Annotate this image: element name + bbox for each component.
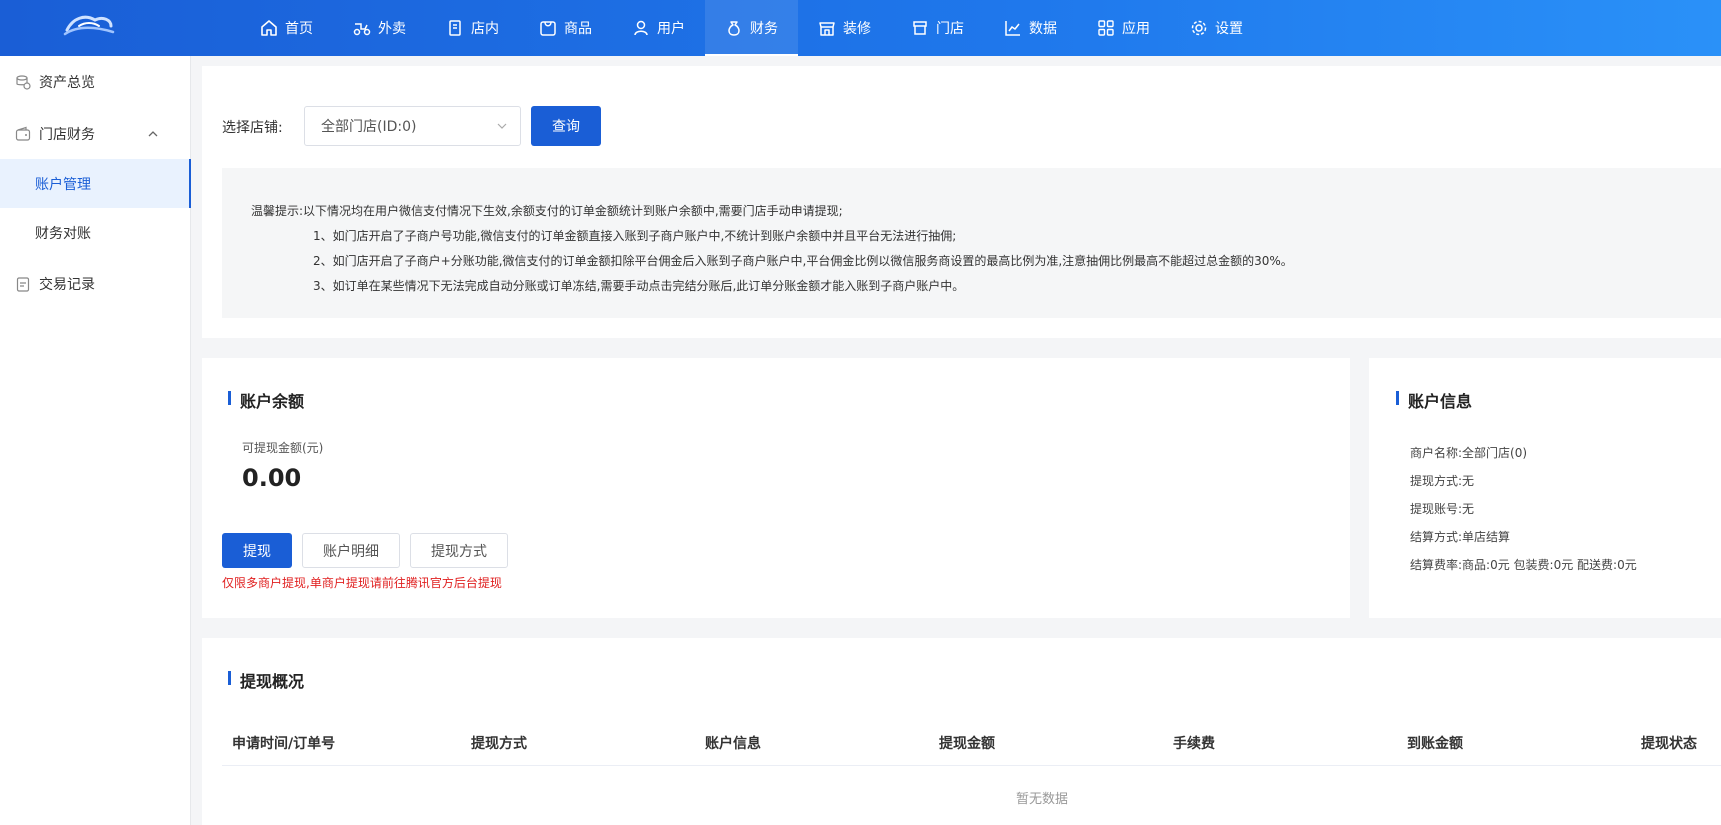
main-nav: 首页 外卖 店内 商品 用户 财务 装修 门店 数据 应用 设置 xyxy=(240,0,1263,56)
nav-label: 商品 xyxy=(564,21,592,37)
nav-user[interactable]: 用户 xyxy=(612,0,705,56)
nav-goods[interactable]: 商品 xyxy=(519,0,612,56)
nav-label: 设置 xyxy=(1215,21,1243,37)
empty-state-text: 暂无数据 xyxy=(1016,792,1069,807)
sidebar-label: 交易记录 xyxy=(39,277,95,293)
nav-label: 门店 xyxy=(936,21,964,37)
query-button[interactable]: 查询 xyxy=(531,106,601,146)
sidebar-label: 资产总览 xyxy=(39,75,95,91)
settle-rate: 结算费率:商品:0元 包装费:0元 配送费:0元 xyxy=(1410,558,1637,572)
nav-finance[interactable]: 财务 xyxy=(705,0,798,56)
column-header: 申请时间/订单号 xyxy=(232,736,336,752)
store-select[interactable]: 全部门店(ID:0) xyxy=(304,106,521,146)
dine-in-icon xyxy=(446,19,464,37)
clipboard-icon xyxy=(15,276,31,292)
column-header: 到账金额 xyxy=(1407,736,1463,752)
nav-settings[interactable]: 设置 xyxy=(1170,0,1263,56)
cloud-logo-icon xyxy=(63,15,115,36)
withdraw-account: 提现账号:无 xyxy=(1410,502,1475,516)
sidebar-label: 财务对账 xyxy=(35,225,91,242)
nav-data[interactable]: 数据 xyxy=(984,0,1077,56)
sidebar-label: 门店财务 xyxy=(39,127,95,143)
sidebar-item-transactions[interactable]: 交易记录 xyxy=(0,260,191,308)
goods-icon xyxy=(539,19,557,37)
nav-home[interactable]: 首页 xyxy=(240,0,333,56)
sidebar-label: 账户管理 xyxy=(35,176,91,193)
store-select-value: 全部门店(ID:0) xyxy=(321,119,417,135)
balance-title: 账户余额 xyxy=(228,388,304,412)
nav-label: 店内 xyxy=(471,21,499,37)
available-amount: 0.00 xyxy=(242,464,302,492)
nav-label: 数据 xyxy=(1029,21,1057,37)
coins-icon xyxy=(15,74,31,90)
brand-logo[interactable] xyxy=(0,0,190,56)
table-divider xyxy=(222,765,1721,766)
scooter-icon xyxy=(353,19,371,37)
line-chart-icon xyxy=(1004,19,1022,37)
sidebar-item-asset-overview[interactable]: 资产总览 xyxy=(0,58,191,106)
withdraw-method-button[interactable]: 提现方式 xyxy=(410,533,508,568)
home-icon xyxy=(260,19,278,37)
column-header: 提现金额 xyxy=(939,736,995,752)
nav-label: 外卖 xyxy=(378,21,406,37)
nav-store[interactable]: 门店 xyxy=(891,0,984,56)
tips-panel: 温馨提示:以下情况均在用户微信支付情况下生效,余额支付的订单金额统计到账户余额中… xyxy=(222,168,1721,318)
withdraw-overview-title: 提现概况 xyxy=(228,668,304,692)
nav-apps[interactable]: 应用 xyxy=(1077,0,1170,56)
tip-item-3: 3、如订单在某些情况下无法完成自动分账或订单冻结,需要手动点击完结分账后,此订单… xyxy=(313,279,965,293)
user-icon xyxy=(632,19,650,37)
wallet-icon xyxy=(15,126,31,142)
store-select-label: 选择店铺: xyxy=(222,120,283,136)
tip-intro: 温馨提示:以下情况均在用户微信支付情况下生效,余额支付的订单金额统计到账户余额中… xyxy=(251,204,843,218)
account-detail-button[interactable]: 账户明细 xyxy=(302,533,400,568)
sidebar-item-store-finance[interactable]: 门店财务 xyxy=(0,110,191,158)
withdraw-method: 提现方式:无 xyxy=(1410,474,1475,488)
chevron-up-icon xyxy=(147,128,159,144)
nav-label: 财务 xyxy=(750,21,778,37)
money-bag-icon xyxy=(725,19,743,37)
sidebar-item-reconciliation[interactable]: 财务对账 xyxy=(0,208,191,257)
apps-grid-icon xyxy=(1097,19,1115,37)
nav-label: 应用 xyxy=(1122,21,1150,37)
top-navigation-bar: 首页 外卖 店内 商品 用户 财务 装修 门店 数据 应用 设置 xyxy=(0,0,1721,56)
column-header: 手续费 xyxy=(1173,736,1215,752)
nav-label: 首页 xyxy=(285,21,313,37)
available-label: 可提现金额(元) xyxy=(242,441,324,455)
withdraw-warning: 仅限多商户提现,单商户提现请前往腾讯官方后台提现 xyxy=(222,576,502,590)
settle-method: 结算方式:单店结算 xyxy=(1410,530,1511,544)
merchant-name: 商户名称:全部门店(0) xyxy=(1410,446,1528,460)
chevron-down-icon xyxy=(496,120,508,136)
withdraw-button[interactable]: 提现 xyxy=(222,533,292,568)
tip-item-2: 2、如门店开启了子商户+分账功能,微信支付的订单金额扣除平台佣金后入账到子商户账… xyxy=(313,254,1293,268)
account-info-title: 账户信息 xyxy=(1396,388,1472,412)
nav-takeout[interactable]: 外卖 xyxy=(333,0,426,56)
column-header: 提现状态 xyxy=(1641,736,1697,752)
nav-decoration[interactable]: 装修 xyxy=(798,0,891,56)
column-header: 账户信息 xyxy=(705,736,761,752)
store-icon xyxy=(911,19,929,37)
withdraw-overview-panel xyxy=(202,638,1721,825)
sidebar-item-account-management[interactable]: 账户管理 xyxy=(0,159,191,208)
nav-label: 用户 xyxy=(657,21,685,37)
column-header: 提现方式 xyxy=(471,736,527,752)
storefront-icon xyxy=(818,19,836,37)
nav-dine-in[interactable]: 店内 xyxy=(426,0,519,56)
nav-label: 装修 xyxy=(843,21,871,37)
sidebar: 资产总览 门店财务 账户管理 财务对账 交易记录 xyxy=(0,56,191,825)
tip-item-1: 1、如门店开启了子商户号功能,微信支付的订单金额直接入账到子商户账户中,不统计到… xyxy=(313,229,957,243)
gear-icon xyxy=(1190,19,1208,37)
